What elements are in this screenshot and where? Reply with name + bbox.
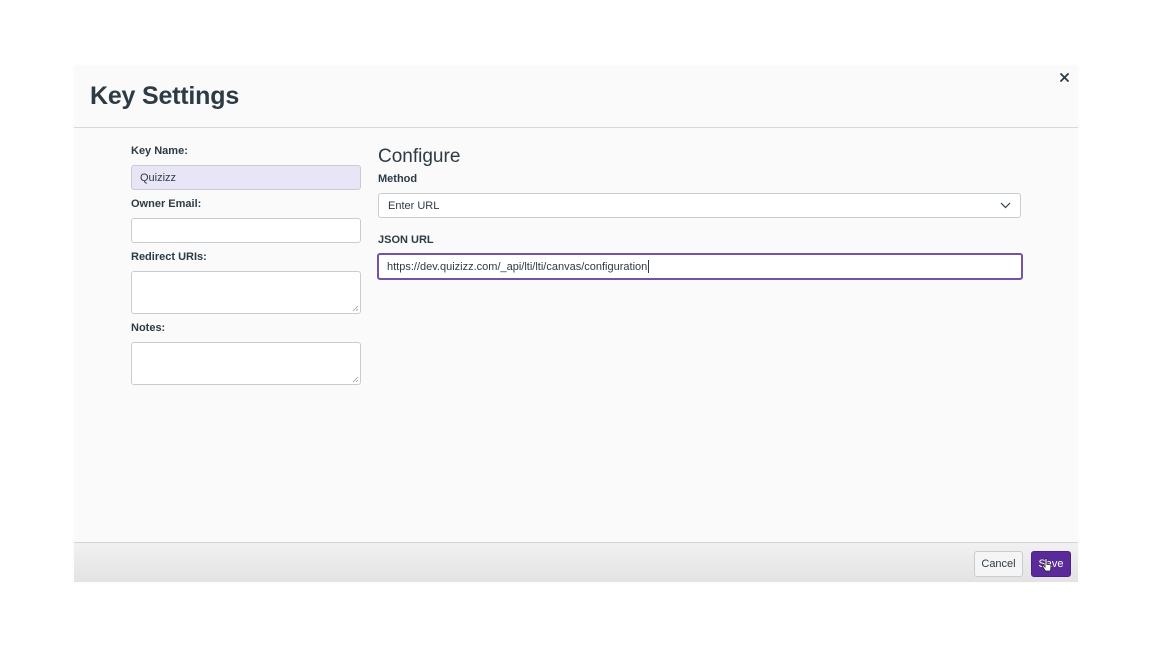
key-name-input[interactable]: Quizizz (131, 165, 361, 190)
key-name-label: Key Name: (131, 145, 188, 157)
notes-label: Notes: (131, 322, 166, 334)
key-settings-dialog: Key Settings Key Name: Quizizz Owner Ema… (74, 66, 1078, 582)
resize-grip-icon[interactable] (352, 376, 359, 383)
method-selected-value: Enter URL (388, 199, 440, 212)
json-url-input[interactable]: https://dev.quizizz.com/_api/lti/lti/can… (377, 253, 1023, 280)
configure-heading: Configure (378, 146, 461, 167)
owner-email-label: Owner Email: (131, 198, 202, 210)
hand-pointer-icon (1042, 558, 1052, 572)
notes-textarea[interactable] (131, 342, 361, 385)
cancel-button[interactable]: Cancel (974, 551, 1023, 577)
method-select[interactable]: Enter URL (378, 193, 1021, 218)
json-url-label: JSON URL (378, 234, 434, 246)
dialog-title: Key Settings (90, 82, 240, 110)
chevron-down-icon (1000, 200, 1011, 212)
owner-email-input[interactable] (131, 218, 361, 243)
header-divider (74, 127, 1078, 128)
json-url-value: https://dev.quizizz.com/_api/lti/lti/can… (387, 260, 648, 273)
redirect-uris-textarea[interactable] (131, 271, 361, 314)
close-icon[interactable] (1059, 69, 1069, 87)
dialog-footer: Cancel Save (74, 542, 1078, 582)
method-label: Method (378, 173, 418, 185)
key-name-value: Quizizz (140, 171, 177, 184)
text-caret (648, 260, 650, 273)
redirect-uris-label: Redirect URIs: (131, 251, 207, 263)
close-button[interactable] (1056, 70, 1072, 86)
resize-grip-icon[interactable] (352, 305, 359, 312)
